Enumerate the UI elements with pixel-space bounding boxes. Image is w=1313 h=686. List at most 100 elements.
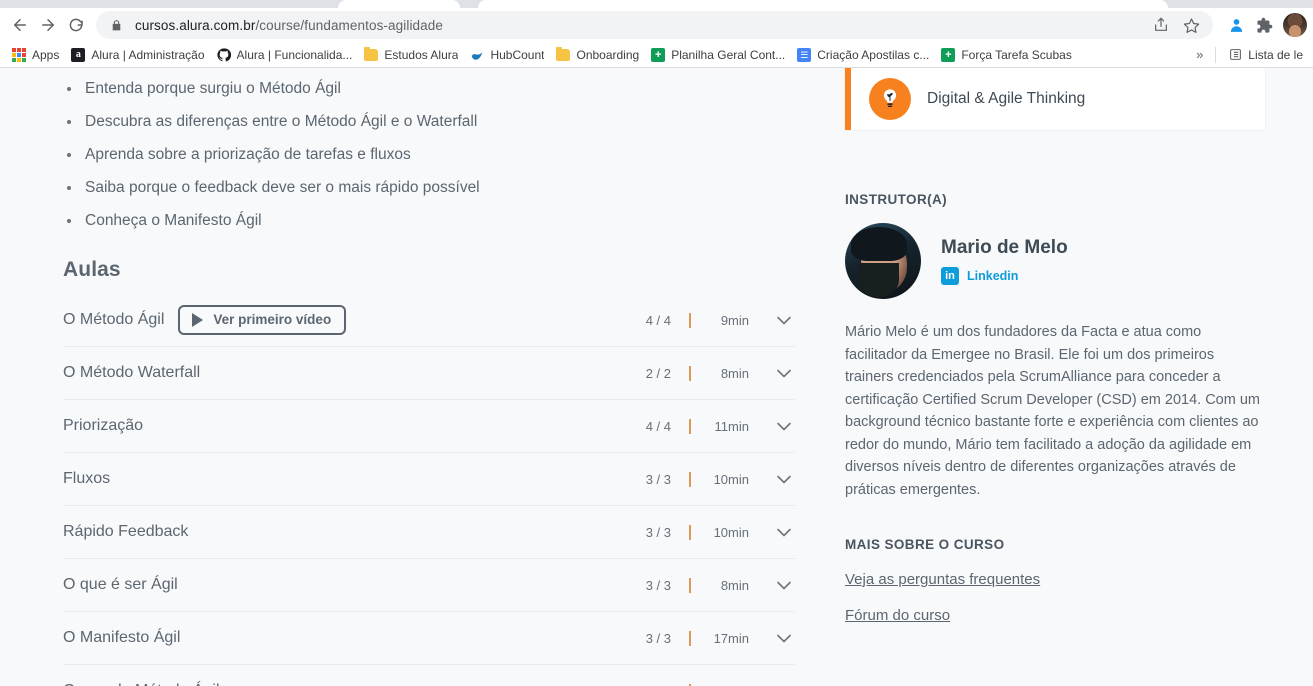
chevron-down-icon[interactable] [773, 415, 795, 437]
lesson-meta: 2 / 2 8min [625, 362, 795, 384]
linkedin-icon: in [941, 267, 959, 285]
bookmark-item-forca-tarefa-scubas[interactable]: Força Tarefa Scubas [935, 46, 1078, 64]
table-row[interactable]: O Método Waterfall 2 / 2 8min [63, 347, 795, 400]
toolbar-right-actions [1219, 12, 1307, 38]
instructor-linkedin-link[interactable]: in Linkedin [941, 267, 1068, 285]
divider [689, 630, 691, 646]
divider [689, 577, 691, 593]
faq-link[interactable]: Veja as perguntas frequentes [845, 571, 1265, 588]
lesson-progress-count: 2 / 2 [645, 365, 671, 381]
watch-first-video-button[interactable]: Ver primeiro vídeo [178, 305, 347, 335]
table-row[interactable]: O Método Ágil Ver primeiro vídeo 4 / 4 9… [63, 294, 795, 347]
lesson-duration: 11min [714, 418, 749, 434]
browser-window: cursos.alura.com.br/course/fundamentos-a… [0, 0, 1313, 686]
table-row[interactable]: O que é ser Ágil 3 / 3 8min [63, 559, 795, 612]
chevron-down-icon[interactable] [773, 574, 795, 596]
list-item: Entenda porque surgiu o Método Ágil [63, 72, 795, 105]
list-item: Aprenda sobre a priorização de tarefas e… [63, 138, 795, 171]
bookmark-label: Planilha Geral Cont... [671, 47, 786, 62]
browser-tab[interactable] [338, 0, 460, 8]
puzzle-icon[interactable] [1251, 12, 1277, 38]
lesson-title: O Método Ágil [63, 311, 165, 328]
instructor-name: Mario de Melo [941, 237, 1068, 258]
back-icon[interactable] [6, 11, 34, 39]
reload-icon[interactable] [62, 11, 90, 39]
lesson-duration: 10min [713, 471, 749, 487]
browser-tab-active[interactable] [478, 0, 1168, 8]
share-icon[interactable] [1149, 13, 1173, 37]
divider [689, 471, 691, 487]
lesson-progress-count: 3 / 3 [645, 577, 671, 593]
course-sidebar: Digital & Agile Thinking INSTRUTOR(A) Ma… [845, 68, 1313, 686]
chevron-down-icon[interactable] [773, 309, 795, 331]
bookmark-apps[interactable]: Apps [6, 46, 65, 64]
lesson-progress-count: 3 / 3 [645, 471, 671, 487]
google-sheets-icon [941, 47, 956, 62]
lesson-progress-count: 3 / 3 [645, 524, 671, 540]
list-item: Descubra as diferenças entre o Método Ág… [63, 105, 795, 138]
bookmarks-overflow-button[interactable]: » [1190, 47, 1209, 62]
table-row[interactable]: O Manifesto Ágil 3 / 3 17min [63, 612, 795, 665]
bookmark-item-alura-administracao[interactable]: a Alura | Administração [65, 46, 210, 64]
alura-icon: a [71, 47, 86, 62]
bookmark-item-estudos-alura[interactable]: Estudos Alura [358, 46, 464, 64]
url-text: cursos.alura.com.br/course/fundamentos-a… [135, 18, 1141, 33]
lesson-title: Cases do Método Ágil [63, 682, 220, 686]
bookmark-label: HubCount [490, 47, 545, 62]
forum-link[interactable]: Fórum do curso [845, 607, 1265, 624]
table-row[interactable]: Priorização 4 / 4 11min [63, 400, 795, 453]
page-title: Aulas [63, 258, 121, 281]
list-item: Conheça o Manifesto Ágil [63, 204, 795, 237]
bookmark-label: Criação Apostilas c... [817, 47, 930, 62]
chevron-down-icon[interactable] [773, 521, 795, 543]
bookmarks-bar: Apps a Alura | Administração Alura | Fun… [0, 42, 1313, 68]
table-row[interactable]: Rápido Feedback 3 / 3 10min [63, 506, 795, 559]
lesson-progress-count: 4 / 4 [645, 418, 671, 434]
chevron-down-icon[interactable] [773, 468, 795, 490]
table-row[interactable]: Fluxos 3 / 3 10min [63, 453, 795, 506]
github-icon [216, 47, 231, 62]
bookmark-label: Força Tarefa Scubas [961, 47, 1072, 62]
bookmark-item-hubcount[interactable]: HubCount [464, 46, 550, 64]
chevron-down-icon[interactable] [773, 362, 795, 384]
folder-icon [364, 46, 379, 61]
person-blue-icon[interactable] [1223, 12, 1249, 38]
google-docs-icon [797, 47, 812, 62]
divider [689, 418, 691, 434]
page-viewport: Entenda porque surgiu o Método Ágil Desc… [0, 68, 1313, 686]
category-card-digital-agile-thinking[interactable]: Digital & Agile Thinking [845, 68, 1265, 130]
lesson-duration: 10min [713, 524, 749, 540]
lesson-duration: 17min [713, 630, 749, 646]
course-benefits-list: Entenda porque surgiu o Método Ágil Desc… [63, 68, 795, 237]
chevron-down-icon[interactable] [773, 627, 795, 649]
bookmark-item-onboarding[interactable]: Onboarding [550, 46, 645, 64]
reading-list-icon [1228, 48, 1242, 62]
address-bar[interactable]: cursos.alura.com.br/course/fundamentos-a… [96, 11, 1213, 39]
instructor-heading: INSTRUTOR(A) [845, 192, 948, 207]
lesson-title: O que é ser Ágil [63, 576, 178, 593]
star-icon[interactable] [1179, 13, 1203, 37]
tab-strip [0, 0, 1313, 8]
bookmark-item-planilha-geral[interactable]: Planilha Geral Cont... [645, 46, 791, 64]
folder-icon [556, 46, 571, 61]
lesson-meta: 3 / 3 17min [625, 627, 795, 649]
avatar[interactable] [1283, 13, 1307, 37]
lessons-list: O Método Ágil Ver primeiro vídeo 4 / 4 9… [63, 294, 795, 686]
lesson-duration: 8min [720, 365, 749, 381]
apps-grid-icon [12, 47, 26, 62]
forward-icon[interactable] [34, 11, 62, 39]
browser-toolbar: cursos.alura.com.br/course/fundamentos-a… [0, 8, 1313, 42]
instructor-avatar [845, 223, 921, 299]
table-row[interactable]: Cases do Método Ágil 4 / 4 14min [63, 665, 795, 686]
reading-list-button[interactable]: Lista de le [1222, 46, 1309, 64]
button-label: Ver primeiro vídeo [213, 312, 332, 328]
more-about-course-heading: MAIS SOBRE O CURSO [845, 537, 1005, 552]
lesson-meta: 3 / 3 8min [625, 574, 795, 596]
bookmark-item-criacao-apostilas[interactable]: Criação Apostilas c... [791, 46, 935, 64]
bookmark-item-alura-funcionalidades[interactable]: Alura | Funcionalida... [211, 46, 359, 64]
chevron-down-icon[interactable] [773, 680, 795, 686]
lesson-duration: 9min [720, 312, 749, 328]
lesson-progress-count: 3 / 3 [645, 630, 671, 646]
category-label: Digital & Agile Thinking [927, 90, 1086, 107]
lesson-title: O Método Waterfall [63, 364, 201, 381]
